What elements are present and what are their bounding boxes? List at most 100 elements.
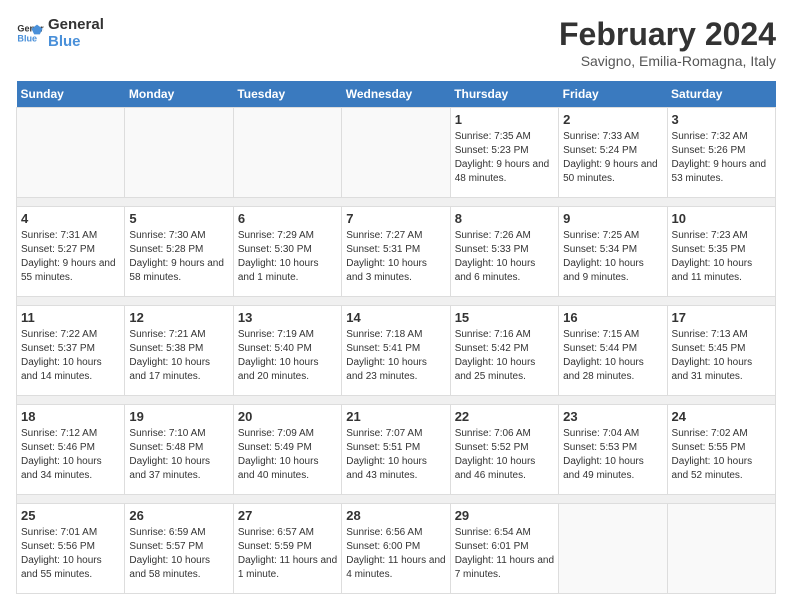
calendar-cell: 19Sunrise: 7:10 AMSunset: 5:48 PMDayligh…	[125, 405, 233, 495]
calendar-body: 1 Sunrise: 7:35 AMSunset: 5:23 PMDaylight…	[17, 108, 776, 594]
calendar-cell: 16 Sunrise: 7:15 AMSunset: 5:44 PMDayligh…	[559, 306, 667, 396]
calendar-cell: 26 Sunrise: 6:59 AMSunset: 5:57 PMDayligh…	[125, 504, 233, 594]
day-info: Sunrise: 7:10 AMSunset: 5:48 PMDaylight:…	[129, 427, 228, 483]
weekday-header-sunday: Sunday	[17, 81, 125, 108]
calendar-cell: 10 Sunrise: 7:23 AMSunset: 5:35 PMDayligh…	[667, 207, 775, 297]
day-number: 29	[455, 508, 554, 523]
calendar-week-row: 18 Sunrise: 7:12 AMSunset: 5:46 PMDayligh…	[17, 405, 776, 495]
row-separator	[17, 198, 776, 207]
day-info: Sunrise: 6:56 AMSunset: 6:00 PMDaylight:…	[346, 526, 445, 582]
day-number: 10	[672, 211, 771, 226]
calendar-cell: 17 Sunrise: 7:13 AMSunset: 5:45 PMDayligh…	[667, 306, 775, 396]
logo: General Blue General Blue	[16, 16, 104, 50]
weekday-header-wednesday: Wednesday	[342, 81, 450, 108]
day-number: 21	[346, 409, 445, 424]
calendar-cell	[233, 108, 341, 198]
calendar-cell: 28 Sunrise: 6:56 AMSunset: 6:00 PMDayligh…	[342, 504, 450, 594]
calendar-cell: 13Sunrise: 7:19 AMSunset: 5:40 PMDayligh…	[233, 306, 341, 396]
calendar-cell: 9Sunrise: 7:25 AMSunset: 5:34 PMDaylight…	[559, 207, 667, 297]
calendar-cell: 25Sunrise: 7:01 AMSunset: 5:56 PMDayligh…	[17, 504, 125, 594]
day-number: 8	[455, 211, 554, 226]
day-info: Sunrise: 7:06 AMSunset: 5:52 PMDaylight:…	[455, 427, 554, 483]
day-info: Sunrise: 7:18 AMSunset: 5:41 PMDaylight:…	[346, 328, 445, 384]
day-info: Sunrise: 7:09 AMSunset: 5:49 PMDaylight:…	[238, 427, 337, 483]
day-info: Sunrise: 7:22 AMSunset: 5:37 PMDaylight:…	[21, 328, 120, 384]
day-number: 28	[346, 508, 445, 523]
calendar-header-row: SundayMondayTuesdayWednesdayThursdayFrid…	[17, 81, 776, 108]
weekday-header-monday: Monday	[125, 81, 233, 108]
calendar-cell: 8 Sunrise: 7:26 AMSunset: 5:33 PMDaylight…	[450, 207, 558, 297]
calendar-cell: 18 Sunrise: 7:12 AMSunset: 5:46 PMDayligh…	[17, 405, 125, 495]
calendar-cell: 29Sunrise: 6:54 AMSunset: 6:01 PMDayligh…	[450, 504, 558, 594]
calendar-cell: 1 Sunrise: 7:35 AMSunset: 5:23 PMDaylight…	[450, 108, 558, 198]
day-info: Sunrise: 7:21 AMSunset: 5:38 PMDaylight:…	[129, 328, 228, 384]
weekday-header-saturday: Saturday	[667, 81, 775, 108]
day-number: 23	[563, 409, 662, 424]
calendar-table: SundayMondayTuesdayWednesdayThursdayFrid…	[16, 81, 776, 594]
day-number: 15	[455, 310, 554, 325]
calendar-cell: 5Sunrise: 7:30 AMSunset: 5:28 PMDaylight…	[125, 207, 233, 297]
calendar-week-row: 1 Sunrise: 7:35 AMSunset: 5:23 PMDaylight…	[17, 108, 776, 198]
day-info: Sunrise: 7:12 AMSunset: 5:46 PMDaylight:…	[21, 427, 120, 483]
calendar-cell: 23 Sunrise: 7:04 AMSunset: 5:53 PMDayligh…	[559, 405, 667, 495]
calendar-cell: 11 Sunrise: 7:22 AMSunset: 5:37 PMDayligh…	[17, 306, 125, 396]
day-info: Sunrise: 6:59 AMSunset: 5:57 PMDaylight:…	[129, 526, 228, 582]
day-info: Sunrise: 7:23 AMSunset: 5:35 PMDaylight:…	[672, 229, 771, 285]
calendar-cell: 21 Sunrise: 7:07 AMSunset: 5:51 PMDayligh…	[342, 405, 450, 495]
day-number: 1	[455, 112, 554, 127]
day-info: Sunrise: 7:25 AMSunset: 5:34 PMDaylight:…	[563, 229, 662, 285]
day-number: 16	[563, 310, 662, 325]
row-separator	[17, 495, 776, 504]
day-info: Sunrise: 7:04 AMSunset: 5:53 PMDaylight:…	[563, 427, 662, 483]
logo-text-general: General	[48, 16, 104, 33]
page-header: General Blue General Blue February 2024 …	[16, 16, 776, 69]
calendar-cell	[17, 108, 125, 198]
day-info: Sunrise: 7:33 AMSunset: 5:24 PMDaylight:…	[563, 130, 662, 186]
day-number: 17	[672, 310, 771, 325]
calendar-cell: 7Sunrise: 7:27 AMSunset: 5:31 PMDaylight…	[342, 207, 450, 297]
calendar-cell: 3Sunrise: 7:32 AMSunset: 5:26 PMDaylight…	[667, 108, 775, 198]
calendar-cell	[342, 108, 450, 198]
location-subtitle: Savigno, Emilia-Romagna, Italy	[559, 53, 776, 69]
calendar-cell	[559, 504, 667, 594]
day-number: 26	[129, 508, 228, 523]
day-info: Sunrise: 7:15 AMSunset: 5:44 PMDaylight:…	[563, 328, 662, 384]
day-info: Sunrise: 7:29 AMSunset: 5:30 PMDaylight:…	[238, 229, 337, 285]
day-info: Sunrise: 6:57 AMSunset: 5:59 PMDaylight:…	[238, 526, 337, 582]
day-number: 20	[238, 409, 337, 424]
calendar-cell	[125, 108, 233, 198]
row-separator	[17, 297, 776, 306]
day-info: Sunrise: 7:30 AMSunset: 5:28 PMDaylight:…	[129, 229, 228, 285]
calendar-week-row: 25Sunrise: 7:01 AMSunset: 5:56 PMDayligh…	[17, 504, 776, 594]
calendar-cell	[667, 504, 775, 594]
calendar-cell: 22Sunrise: 7:06 AMSunset: 5:52 PMDayligh…	[450, 405, 558, 495]
title-block: February 2024 Savigno, Emilia-Romagna, I…	[559, 16, 776, 69]
day-number: 6	[238, 211, 337, 226]
day-number: 11	[21, 310, 120, 325]
day-number: 12	[129, 310, 228, 325]
calendar-cell: 2Sunrise: 7:33 AMSunset: 5:24 PMDaylight…	[559, 108, 667, 198]
day-info: Sunrise: 7:01 AMSunset: 5:56 PMDaylight:…	[21, 526, 120, 582]
day-number: 18	[21, 409, 120, 424]
calendar-cell: 14Sunrise: 7:18 AMSunset: 5:41 PMDayligh…	[342, 306, 450, 396]
weekday-header-friday: Friday	[559, 81, 667, 108]
calendar-week-row: 11 Sunrise: 7:22 AMSunset: 5:37 PMDayligh…	[17, 306, 776, 396]
calendar-cell: 15 Sunrise: 7:16 AMSunset: 5:42 PMDayligh…	[450, 306, 558, 396]
row-separator	[17, 396, 776, 405]
calendar-cell: 24 Sunrise: 7:02 AMSunset: 5:55 PMDayligh…	[667, 405, 775, 495]
day-info: Sunrise: 7:35 AMSunset: 5:23 PMDaylight:…	[455, 130, 554, 186]
calendar-cell: 27Sunrise: 6:57 AMSunset: 5:59 PMDayligh…	[233, 504, 341, 594]
day-number: 3	[672, 112, 771, 127]
day-info: Sunrise: 7:13 AMSunset: 5:45 PMDaylight:…	[672, 328, 771, 384]
svg-text:Blue: Blue	[17, 33, 37, 43]
day-info: Sunrise: 7:26 AMSunset: 5:33 PMDaylight:…	[455, 229, 554, 285]
logo-text-blue: Blue	[48, 33, 104, 50]
calendar-week-row: 4Sunrise: 7:31 AMSunset: 5:27 PMDaylight…	[17, 207, 776, 297]
calendar-cell: 20 Sunrise: 7:09 AMSunset: 5:49 PMDayligh…	[233, 405, 341, 495]
day-info: Sunrise: 7:16 AMSunset: 5:42 PMDaylight:…	[455, 328, 554, 384]
day-number: 4	[21, 211, 120, 226]
day-info: Sunrise: 7:02 AMSunset: 5:55 PMDaylight:…	[672, 427, 771, 483]
month-year-title: February 2024	[559, 16, 776, 53]
day-number: 24	[672, 409, 771, 424]
day-info: Sunrise: 7:07 AMSunset: 5:51 PMDaylight:…	[346, 427, 445, 483]
